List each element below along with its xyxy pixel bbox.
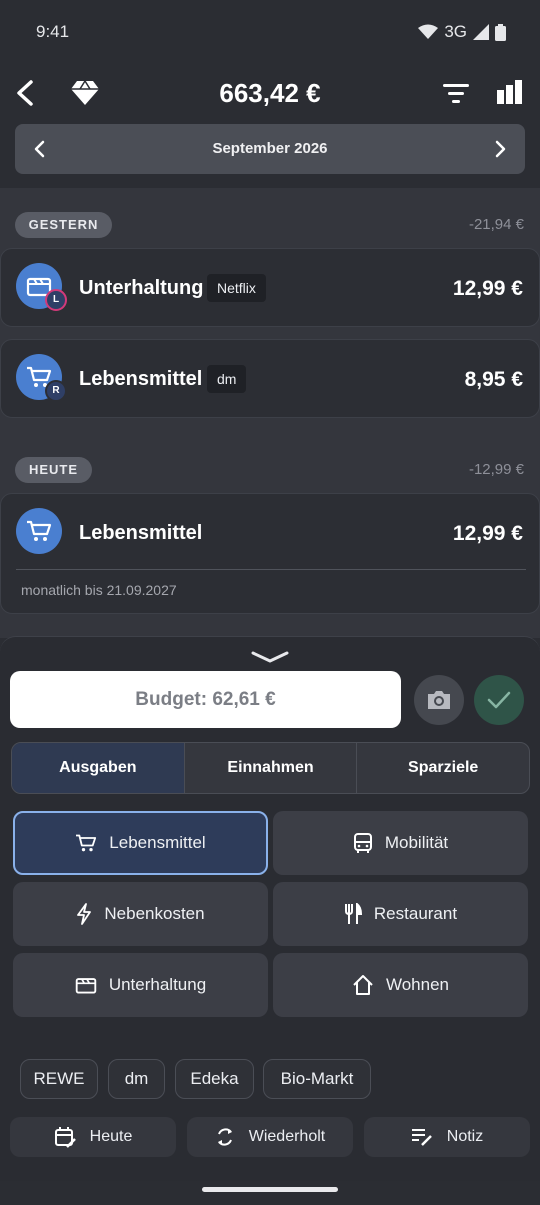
day-label-yesterday: GESTERN [15,212,112,238]
category-mobilitaet[interactable]: Mobilität [273,811,528,875]
repeat-icon [217,1128,232,1146]
category-unterhaltung[interactable]: Unterhaltung [13,953,268,1017]
shop-chip-rewe[interactable]: REWE [20,1059,98,1099]
transaction-amount: 12,99 € [452,522,523,545]
transaction-card[interactable]: R Lebensmittel dm 8,95 € [0,339,540,418]
bus-icon [353,833,372,853]
cart-icon [27,520,52,541]
category-label: Mobilität [384,833,449,852]
status-icons: 3G [418,22,506,42]
transaction-amount: 8,95 € [464,368,523,391]
transaction-category: Unterhaltung [79,277,204,299]
calendar-edit-icon [54,1127,76,1148]
category-lebensmittel[interactable]: Lebensmittel [13,811,268,875]
transaction-card[interactable]: Lebensmittel 12,99 € monatlich bis 21.09… [0,493,540,614]
battery-icon [495,23,506,41]
category-label: Wohnen [385,975,449,994]
transaction-card[interactable]: L Unterhaltung Netflix 12,99 € [0,248,540,327]
camera-icon [428,691,450,709]
fork-knife-icon [344,903,362,924]
repeat-button[interactable]: Wiederholt [187,1117,353,1157]
bar-chart-icon[interactable] [496,80,522,104]
status-time: 9:41 [36,22,70,41]
shop-chip-dm[interactable]: dm [108,1059,165,1099]
category-label: Restaurant [373,904,458,923]
category-label: Unterhaltung [108,975,207,994]
transaction-category: Lebensmittel [79,368,203,390]
date-label: Heute [89,1128,133,1145]
network-type: 3G [444,22,467,41]
note-edit-icon [411,1129,432,1146]
month-selector: September 2026 [15,124,525,174]
confirm-button[interactable] [474,675,524,725]
next-month-icon[interactable] [493,140,507,158]
transaction-list: GESTERN -21,94 € L Unterhaltung Netflix … [0,188,540,638]
tab-einnahmen[interactable]: Einnahmen [183,743,357,793]
status-bar: 9:41 3G [0,0,540,64]
shop-chip-edeka[interactable]: Edeka [175,1059,254,1099]
recurrence-info: monatlich bis 21.09.2027 [21,582,177,598]
divider [16,569,526,570]
wifi-icon [418,24,439,39]
transaction-amount: 12,99 € [452,277,523,300]
tab-ausgaben[interactable]: Ausgaben [12,743,184,793]
transaction-tag: Netflix [207,274,266,302]
home-indicator[interactable] [202,1187,338,1192]
transaction-tag: dm [207,365,247,393]
account-badge: L [45,289,67,311]
filter-icon[interactable] [442,82,470,104]
app-header: 663,42 € September 2026 [0,64,540,188]
tab-sparziele[interactable]: Sparziele [356,743,529,793]
month-label: September 2026 [212,140,328,157]
day-sum-yesterday: -21,94 € [468,216,524,233]
checkmark-icon [487,691,511,709]
day-sum-today: -12,99 € [468,461,524,478]
house-icon [353,975,373,995]
bolt-icon [77,903,92,925]
note-button[interactable]: Notiz [364,1117,530,1157]
category-nebenkosten[interactable]: Nebenkosten [13,882,268,946]
repeat-label: Wiederholt [248,1128,326,1145]
category-label: Nebenkosten [104,904,205,923]
category-avatar [16,508,62,554]
account-badge: R [45,380,67,402]
date-button[interactable]: Heute [10,1117,176,1157]
category-label: Lebensmittel [109,833,206,852]
shop-chip-bio-markt[interactable]: Bio-Markt [263,1059,371,1099]
category-restaurant[interactable]: Restaurant [273,882,528,946]
cart-icon [76,834,97,852]
collapse-chevron-icon[interactable] [250,649,290,665]
category-wohnen[interactable]: Wohnen [273,953,528,1017]
type-tabs: Ausgaben Einnahmen Sparziele [11,742,530,794]
amount-input[interactable]: Budget: 62,61 € [10,671,401,728]
signal-icon [473,24,489,40]
note-label: Notiz [446,1128,484,1145]
add-transaction-sheet: Budget: 62,61 € Ausgaben Einnahmen Sparz… [0,636,540,1181]
camera-button[interactable] [414,675,464,725]
day-label-today: HEUTE [15,457,92,483]
clapperboard-icon [75,978,97,994]
transaction-category: Lebensmittel [79,522,203,544]
